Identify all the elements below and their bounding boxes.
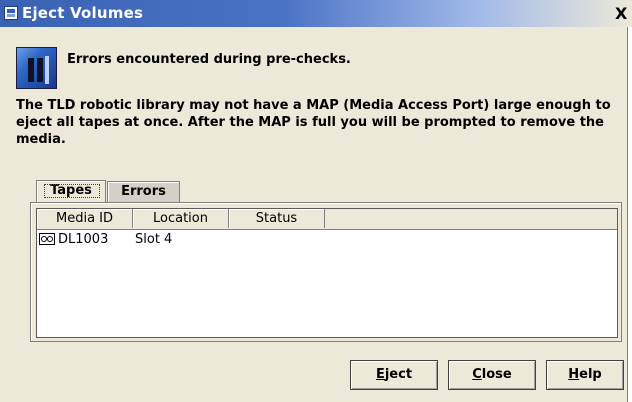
table-header: Media ID Location Status	[37, 209, 617, 230]
table-row[interactable]: DL1003 Slot 4	[37, 231, 617, 249]
app-window-icon	[4, 6, 18, 20]
window-title: Eject Volumes	[22, 4, 144, 22]
help-mnemonic: H	[568, 367, 580, 382]
close-button[interactable]: Close	[448, 360, 536, 390]
close-mnemonic: C	[472, 367, 482, 382]
cell-location: Slot 4	[135, 232, 173, 247]
tab-focus-ring	[44, 184, 100, 198]
column-header-media-id[interactable]: Media ID	[37, 209, 133, 228]
tape-library-icon	[16, 47, 57, 89]
close-label-rest: lose	[481, 367, 512, 382]
cell-media-id: DL1003	[58, 232, 109, 247]
tab-errors-label: Errors	[121, 184, 166, 199]
error-description: The TLD robotic library may not have a M…	[16, 98, 611, 147]
eject-volumes-dialog: Eject Volumes X Errors encountered durin…	[0, 0, 632, 402]
title-bar[interactable]: Eject Volumes X	[0, 0, 632, 27]
error-heading: Errors encountered during pre-checks.	[67, 52, 351, 67]
eject-label-rest: ject	[384, 367, 413, 382]
help-label-rest: elp	[579, 367, 602, 382]
help-button[interactable]: Help	[546, 360, 624, 390]
tapes-table[interactable]: Media ID Location Status DL1003 Slot 4	[36, 208, 618, 338]
eject-button[interactable]: Eject	[350, 360, 438, 390]
column-header-status[interactable]: Status	[229, 209, 325, 228]
close-window-button[interactable]: X	[615, 4, 627, 23]
eject-mnemonic: E	[375, 367, 385, 382]
tape-cartridge-icon	[39, 233, 55, 245]
column-header-location[interactable]: Location	[133, 209, 229, 228]
tab-errors[interactable]: Errors	[107, 181, 180, 203]
